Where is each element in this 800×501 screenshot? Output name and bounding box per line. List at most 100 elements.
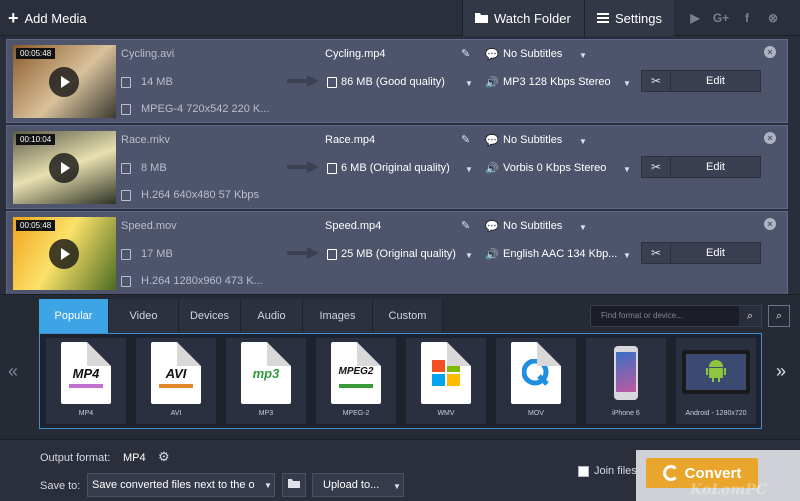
codec-icon	[121, 276, 131, 287]
scroll-left-icon[interactable]: «	[8, 361, 18, 382]
scissors-icon[interactable]: ✂	[641, 242, 671, 264]
output-size-dropdown[interactable]: 6 MB (Original quality)	[341, 162, 450, 174]
youtube-icon[interactable]: ▶	[682, 0, 708, 36]
remove-file-icon[interactable]: ×	[764, 46, 776, 58]
tab-audio[interactable]: Audio	[241, 299, 303, 333]
preset-mpeg2[interactable]: MPEG2 MPEG-2	[316, 338, 396, 424]
upload-to-dropdown[interactable]: Upload to... ▼	[312, 473, 404, 497]
detect-device-icon[interactable]: ⌕	[768, 305, 790, 327]
menu-icon	[597, 11, 609, 26]
chevron-down-icon[interactable]: ▼	[264, 481, 272, 490]
join-files-checkbox[interactable]: Join files	[578, 465, 637, 477]
preset-iphone-6[interactable]: iPhone 6	[586, 338, 666, 424]
audio-dropdown[interactable]: MP3 128 Kbps Stereo	[503, 76, 625, 88]
play-icon[interactable]	[49, 239, 79, 269]
video-thumbnail[interactable]: 00:05:48	[13, 217, 116, 290]
duration-badge: 00:05:48	[16, 48, 56, 59]
tab-custom[interactable]: Custom	[373, 299, 443, 333]
source-file-size: 14 MB	[141, 76, 173, 88]
preset-mp3[interactable]: mp3 MP3	[226, 338, 306, 424]
iphone-icon	[614, 346, 638, 400]
chevron-down-icon[interactable]: ▼	[623, 251, 631, 260]
output-format-value: MP4	[123, 452, 146, 464]
preset-mov[interactable]: MOV	[496, 338, 576, 424]
windows-logo-icon	[421, 342, 471, 404]
file-row[interactable]: 00:10:04 Race.mkv 8 MB H.264 640x480 57 …	[6, 125, 788, 209]
audio-dropdown[interactable]: English AAC 134 Kbp...	[503, 248, 625, 260]
watch-folder-button[interactable]: Watch Folder	[462, 0, 584, 36]
google-plus-icon[interactable]: G+	[708, 0, 734, 36]
speaker-icon: 🔊	[485, 163, 499, 175]
output-size-dropdown[interactable]: 25 MB (Original quality)	[341, 248, 456, 260]
gear-icon[interactable]: ⚙	[158, 449, 170, 465]
convert-label: Convert	[684, 464, 742, 482]
file-row[interactable]: 00:05:48 Cycling.avi 14 MB MPEG-4 720x54…	[6, 39, 788, 123]
chevron-down-icon[interactable]: ▼	[465, 165, 473, 174]
scroll-right-icon[interactable]: »	[776, 361, 786, 382]
chevron-down-icon[interactable]: ▼	[579, 51, 587, 60]
audio-dropdown[interactable]: Vorbis 0 Kbps Stereo	[503, 162, 625, 174]
tab-popular[interactable]: Popular	[39, 299, 109, 333]
chevron-down-icon[interactable]: ▼	[465, 79, 473, 88]
add-media-button[interactable]: + Add Media	[8, 0, 87, 36]
video-thumbnail[interactable]: 00:10:04	[13, 131, 116, 204]
remove-file-icon[interactable]: ×	[764, 218, 776, 230]
edit-group: ✂ Edit	[641, 242, 761, 264]
edit-button[interactable]: Edit	[671, 242, 761, 264]
output-file-name: Cycling.mp4	[325, 48, 386, 60]
search-icon[interactable]: ⌕	[739, 306, 761, 326]
speaker-icon: 🔊	[485, 249, 499, 261]
add-media-label: Add Media	[24, 10, 87, 26]
chevron-down-icon[interactable]: ▼	[579, 223, 587, 232]
tab-images[interactable]: Images	[303, 299, 373, 333]
rename-pencil-icon[interactable]: ✎	[461, 47, 470, 60]
play-icon[interactable]	[49, 67, 79, 97]
chevron-down-icon[interactable]: ▼	[465, 251, 473, 260]
settings-button[interactable]: Settings	[584, 0, 674, 36]
chevron-down-icon[interactable]: ▼	[623, 79, 631, 88]
save-to-dropdown[interactable]: Save converted files next to the o	[87, 473, 275, 497]
preset-label: Android - 1280x720	[685, 410, 747, 417]
output-format-label: Output format:	[40, 452, 111, 464]
checkbox-icon[interactable]	[578, 465, 589, 477]
subtitles-dropdown[interactable]: No Subtitles	[503, 48, 562, 60]
mp3-file-icon: mp3	[241, 342, 291, 404]
help-icon[interactable]: ⊗	[760, 0, 786, 36]
source-file-name: Cycling.avi	[121, 48, 175, 60]
source-file-size: 17 MB	[141, 248, 173, 260]
subtitle-icon: 💬	[485, 135, 499, 147]
chevron-down-icon[interactable]: ▼	[623, 165, 631, 174]
format-search-input[interactable]: Find format or device... ⌕	[590, 305, 762, 327]
watch-folder-label: Watch Folder	[494, 10, 571, 26]
file-row[interactable]: 00:05:48 Speed.mov 17 MB H.264 1280x960 …	[6, 211, 788, 295]
output-file-name: Speed.mp4	[325, 220, 382, 232]
preset-mp4[interactable]: MP4 MP4	[46, 338, 126, 424]
remove-file-icon[interactable]: ×	[764, 132, 776, 144]
save-to-value: Save converted files next to the o	[92, 479, 255, 491]
play-icon[interactable]	[49, 153, 79, 183]
video-thumbnail[interactable]: 00:05:48	[13, 45, 116, 118]
tab-devices[interactable]: Devices	[179, 299, 241, 333]
tab-video[interactable]: Video	[109, 299, 179, 333]
rename-pencil-icon[interactable]: ✎	[461, 219, 470, 232]
subtitles-dropdown[interactable]: No Subtitles	[503, 134, 562, 146]
facebook-icon[interactable]: f	[734, 0, 760, 36]
output-size-dropdown[interactable]: 86 MB (Good quality)	[341, 76, 445, 88]
scissors-icon[interactable]: ✂	[641, 156, 671, 178]
preset-wmv[interactable]: WMV	[406, 338, 486, 424]
android-tablet-icon	[682, 350, 750, 394]
edit-button[interactable]: Edit	[671, 70, 761, 92]
subtitles-dropdown[interactable]: No Subtitles	[503, 220, 562, 232]
scissors-icon[interactable]: ✂	[641, 70, 671, 92]
preset-avi[interactable]: AVI AVI	[136, 338, 216, 424]
folder-icon	[475, 11, 488, 26]
browse-folder-icon[interactable]	[282, 473, 306, 497]
file-size-icon	[121, 163, 131, 174]
edit-button[interactable]: Edit	[671, 156, 761, 178]
preset-label: AVI	[170, 410, 182, 417]
preset-android[interactable]: Android - 1280x720	[676, 338, 756, 424]
avi-file-icon: AVI	[151, 342, 201, 404]
rename-pencil-icon[interactable]: ✎	[461, 133, 470, 146]
arrow-right-icon	[287, 75, 319, 87]
chevron-down-icon[interactable]: ▼	[579, 137, 587, 146]
